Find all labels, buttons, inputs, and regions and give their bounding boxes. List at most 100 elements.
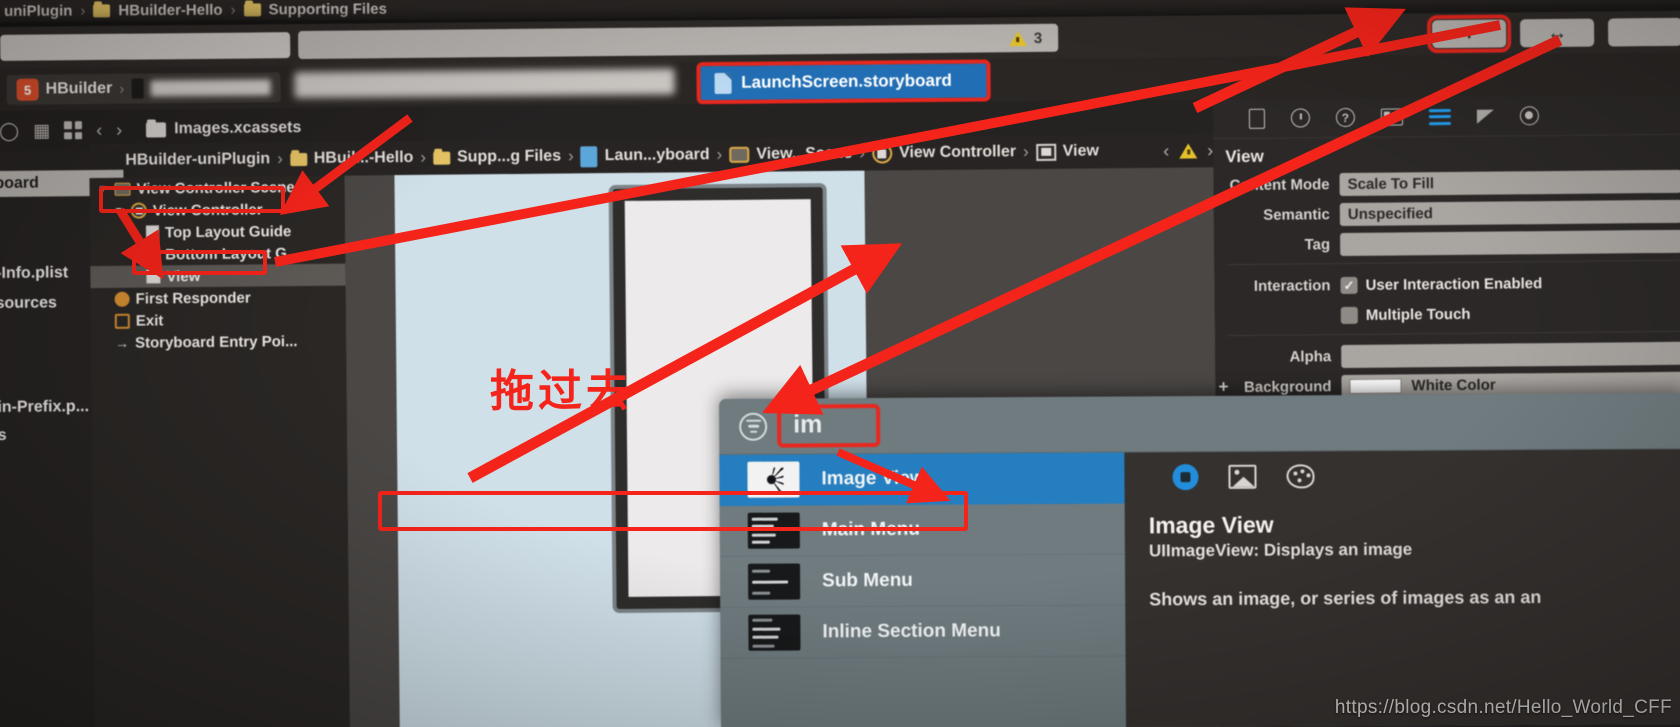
attributes-inspector-icon[interactable]	[1428, 108, 1452, 125]
outline-item-view[interactable]: View	[90, 263, 346, 289]
folder-icon	[289, 152, 307, 166]
field-semantic[interactable]: Semantic Unspecified	[1214, 197, 1680, 230]
assistant-editor-button[interactable]: ↔	[1519, 18, 1595, 48]
library-search-row: im	[718, 393, 1680, 455]
library-item-label: Image View	[821, 467, 925, 490]
jumpbar-crumb-1[interactable]: HBuil...-Hello	[314, 149, 414, 168]
color-palette-filter-icon[interactable]	[1286, 464, 1315, 489]
storyboard-file-icon	[714, 72, 732, 94]
disclosure-triangle-icon[interactable]: ▼	[114, 205, 125, 216]
jumpbar-crumb-2[interactable]: Supp...g Files	[457, 148, 561, 167]
entry-point-arrow-icon: →	[114, 334, 130, 351]
library-detail-pane: Image View UIImageView: Displays an imag…	[1124, 449, 1680, 727]
field-label: Background	[1243, 377, 1332, 396]
inspector-tab-strip: ?	[1212, 94, 1680, 140]
checkbox-multiple-touch[interactable]	[1340, 306, 1358, 324]
library-item-image-view[interactable]: Image View	[719, 452, 1125, 506]
status-bar[interactable]: 3	[298, 23, 1059, 60]
identity-inspector-icon[interactable]	[1380, 108, 1404, 126]
project-file-resources[interactable]: esources	[0, 294, 57, 313]
jumpbar-sep: ›	[277, 149, 283, 169]
filter-funnel-icon[interactable]	[739, 412, 768, 441]
project-file-label: gs	[0, 426, 7, 445]
checkbox-label: Multiple Touch	[1365, 305, 1471, 324]
forward-button[interactable]: ›	[116, 120, 122, 140]
outline-item-bottom-layout-guide[interactable]: Bottom Layout G...	[90, 242, 345, 266]
jumpbar-crumb-0[interactable]: HBuilder-uniPlugin	[125, 150, 270, 169]
field-value[interactable]: Unspecified	[1339, 199, 1680, 226]
outline-item-storyboard-entry-point[interactable]: → Storyboard Entry Poi...	[91, 330, 346, 354]
field-value[interactable]	[1341, 341, 1680, 368]
project-file-prefix-pch[interactable]: gin-Prefix.p...	[0, 398, 89, 417]
scheme-chip[interactable]: 5 HBuilder ›	[6, 72, 281, 105]
back-button[interactable]: ‹	[96, 120, 102, 140]
folder-icon	[243, 2, 261, 17]
jumpbar-crumb-4[interactable]: View...Scene	[756, 145, 852, 164]
disclosure-triangle-icon[interactable]: ▼	[98, 183, 109, 194]
exit-icon	[114, 313, 130, 329]
image-view-thumb	[747, 461, 800, 498]
outline-item-label: View Controller Scene	[136, 178, 295, 198]
outline-item-label: First Responder	[135, 289, 251, 308]
size-inspector-icon[interactable]	[1476, 109, 1494, 124]
color-swatch-white[interactable]	[1349, 377, 1402, 394]
outline-item-top-layout-guide[interactable]: Top Layout Guide	[90, 220, 345, 244]
checkbox-user-interaction-enabled[interactable]	[1340, 276, 1358, 294]
media-filter-icon[interactable]	[1228, 464, 1257, 489]
field-label: Tag	[1304, 235, 1331, 253]
outline-item-label: Bottom Layout G...	[165, 244, 300, 263]
objects-filter-icon[interactable]	[1172, 464, 1199, 491]
jumpbar-crumb-6[interactable]: View	[1063, 142, 1099, 160]
view-controller-icon	[871, 143, 893, 164]
tab-launchscreen-storyboard[interactable]: LaunchScreen.storyboard	[696, 59, 991, 105]
jumpbar-sep: ›	[716, 144, 723, 165]
field-tag[interactable]: Tag	[1214, 227, 1680, 260]
history-inspector-icon[interactable]	[1290, 108, 1311, 128]
field-content-mode[interactable]: Content Mode Scale To Fill	[1213, 167, 1680, 200]
bg-crumb-2: Supporting Files	[268, 0, 387, 18]
bg-crumb-sep-1: ›	[230, 1, 236, 19]
field-value[interactable]	[1340, 229, 1680, 256]
file-inspector-icon[interactable]	[1248, 108, 1266, 129]
divider	[1227, 330, 1680, 337]
list-icon[interactable]: ▦	[33, 120, 50, 140]
add-variation-icon[interactable]: +	[1215, 377, 1231, 397]
library-item-label: Inline Section Menu	[822, 620, 1001, 643]
jumpbar-crumb-5[interactable]: View Controller	[899, 143, 1016, 162]
outline-item-view-controller[interactable]: ▼ View Controller	[90, 198, 345, 222]
jumpbar-crumb-3[interactable]: Laun...yboard	[605, 146, 710, 165]
library-item-sub-menu[interactable]: Sub Menu	[719, 554, 1126, 608]
main-menu-thumb	[747, 512, 800, 549]
outline-item-view-controller-scene[interactable]: ▼ View Controller Scene	[89, 176, 344, 200]
outline-item-label: View Controller	[152, 200, 263, 219]
project-file-info-plist[interactable]: n-Info.plist	[0, 264, 68, 283]
library-search-input[interactable]: im	[777, 403, 881, 448]
jumpbar-sep: ›	[1022, 142, 1029, 162]
view-icon	[146, 269, 161, 284]
pill-icon[interactable]: ◯	[0, 121, 19, 141]
navigator-current-item[interactable]: Images.xcassets	[146, 119, 301, 138]
jumpbar-sep: ›	[859, 143, 866, 163]
project-file-gs[interactable]: gs	[0, 427, 7, 445]
inline-section-menu-thumb	[748, 614, 801, 651]
field-alpha[interactable]: Alpha	[1215, 339, 1680, 372]
navigator-current-label: Images.xcassets	[174, 119, 302, 138]
library-item-main-menu[interactable]: Main Menu	[719, 503, 1125, 557]
library-item-list: Image View Main Menu Sub Menu Inline Sec…	[719, 452, 1127, 727]
warning-triangle-icon	[1008, 30, 1027, 46]
field-value: White Color	[1411, 376, 1496, 394]
connections-inspector-icon[interactable]	[1519, 106, 1540, 126]
editor-options-button[interactable]	[1607, 17, 1680, 47]
quick-help-icon[interactable]: ?	[1335, 107, 1356, 128]
sub-menu-thumb	[748, 563, 801, 600]
outline-item-first-responder[interactable]: First Responder	[91, 286, 346, 310]
grid-icon[interactable]	[64, 121, 83, 140]
field-value[interactable]: Scale To Fill	[1339, 169, 1680, 196]
view-icon	[1035, 143, 1056, 161]
outline-item-exit[interactable]: Exit	[91, 308, 346, 332]
jumpbar-sep: ›	[420, 147, 427, 167]
add-object-button[interactable]: +	[1426, 14, 1512, 54]
jumpbar-prev-button[interactable]: ‹	[1163, 141, 1169, 161]
library-item-inline-section-menu[interactable]: Inline Section Menu	[720, 605, 1126, 659]
run-controls-blurred[interactable]	[0, 32, 291, 61]
